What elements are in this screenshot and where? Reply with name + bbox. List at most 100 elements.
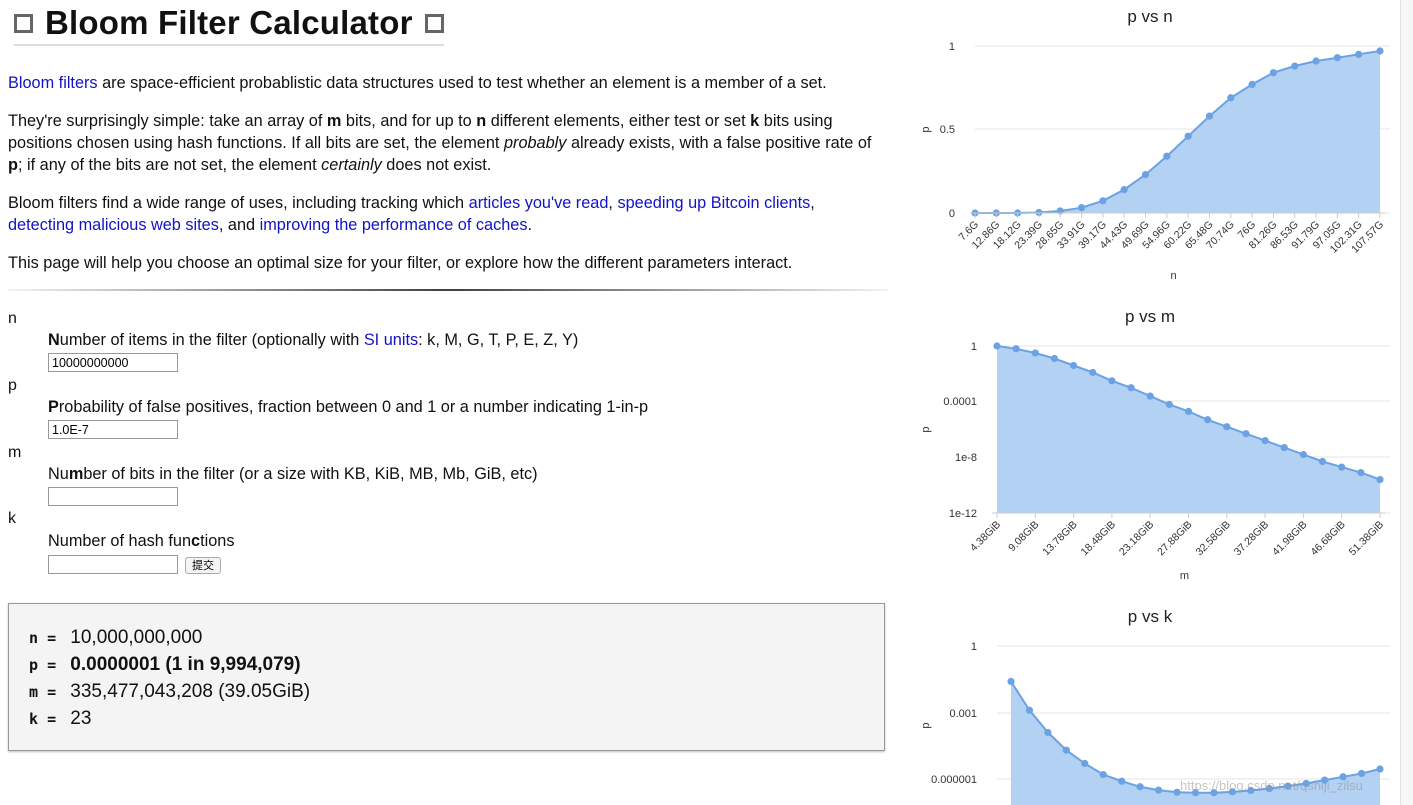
data-point — [1007, 677, 1015, 686]
emphasis-certainly: certainly — [321, 156, 382, 174]
data-point — [1050, 354, 1059, 363]
chart-svg: p vs n00.51p7.6G12.86G18.12G23.39G28.65G… — [920, 7, 1390, 282]
desc-accesskey: N — [48, 331, 60, 349]
result-key-label: k — [29, 710, 39, 728]
desc-text: robability of false positives, fraction … — [58, 398, 649, 416]
equals-sign: = — [47, 629, 57, 647]
caches-link[interactable]: improving the performance of caches — [260, 216, 528, 234]
malicious-sites-link[interactable]: detecting malicious web sites — [8, 216, 219, 234]
y-tick-label: 1e-12 — [949, 508, 977, 520]
data-point — [1099, 197, 1107, 205]
y-tick-label: 0.5 — [940, 124, 955, 136]
x-tick-label: 27.88GiB — [1155, 519, 1194, 558]
x-axis-label: m — [1180, 570, 1189, 582]
checkbox-square-icon — [424, 13, 444, 33]
checkbox-square-icon — [14, 13, 33, 33]
y-tick-label: 1 — [971, 641, 977, 653]
x-tick-label: 13.78GiB — [1040, 519, 1079, 558]
term-k: k — [750, 112, 760, 130]
n-input[interactable] — [48, 353, 178, 372]
y-axis-label: p — [920, 722, 932, 728]
result-key: n = — [29, 629, 65, 647]
p-input[interactable] — [48, 420, 178, 439]
watermark: https://blog.csdn.net/qshiji_zilsu — [1180, 778, 1363, 793]
data-point — [1312, 57, 1320, 65]
data-point — [1070, 361, 1078, 370]
y-tick-label: 1e-8 — [955, 452, 977, 464]
data-point — [1012, 345, 1020, 353]
data-point — [1136, 783, 1144, 791]
bitcoin-link[interactable]: speeding up Bitcoin clients — [617, 194, 810, 212]
page-title-text: Bloom Filter Calculator — [45, 4, 413, 41]
equals-sign: = — [47, 710, 57, 728]
x-tick-label: 51.38GiB — [1347, 519, 1386, 558]
data-point — [1120, 186, 1128, 194]
data-point — [1376, 476, 1384, 484]
bloom-filters-link[interactable]: Bloom filters — [8, 74, 98, 92]
result-value: 335,477,043,208 (39.05GiB) — [70, 681, 311, 702]
chart-svg: p vs k 0.000001 0.001 1 p — [920, 607, 1390, 805]
y-axis-label: p — [920, 126, 932, 132]
data-point — [1031, 349, 1039, 357]
x-tick-label: 4.38GiB — [968, 519, 1003, 554]
page-title: Bloom Filter Calculator — [14, 4, 444, 46]
data-point — [1165, 400, 1173, 409]
articles-link[interactable]: articles you've read — [469, 194, 609, 212]
k-input[interactable] — [48, 555, 178, 574]
result-key: k = — [29, 710, 65, 728]
m-input[interactable] — [48, 487, 178, 506]
term-n: n — [476, 112, 487, 130]
x-tick-label: 9.08GiB — [1006, 519, 1041, 554]
y-tick-label: 0.0001 — [943, 396, 977, 408]
param-p-description: Probability of false positives, fraction… — [48, 398, 648, 417]
x-tick-label: 18.48GiB — [1079, 519, 1118, 558]
result-value: 23 — [70, 708, 92, 729]
param-m-description: Number of bits in the filter (or a size … — [48, 465, 538, 484]
data-point — [1291, 62, 1299, 70]
x-tick-label: 41.98GiB — [1270, 519, 1309, 558]
scrollbar[interactable] — [1400, 0, 1413, 805]
equals-sign: = — [47, 683, 57, 701]
data-point — [1338, 463, 1346, 471]
chart-title: p vs k — [1128, 607, 1173, 626]
y-tick-label: 0.001 — [949, 708, 977, 720]
param-n-description: Number of items in the filter (optionall… — [48, 331, 578, 350]
desc-text: Nu — [48, 465, 69, 483]
result-m: m = 335,477,043,208 (39.05GiB) — [29, 681, 310, 703]
data-point — [1333, 54, 1341, 62]
intro-text: already exists, with a false positive ra… — [566, 134, 872, 152]
submit-button[interactable]: 提交 — [185, 557, 221, 574]
result-key-label: m — [29, 683, 39, 701]
desc-accesskey: m — [68, 465, 84, 483]
intro-text: ; if any of the bits are not set, the el… — [17, 156, 322, 174]
area-fill — [997, 346, 1380, 513]
data-point — [1376, 765, 1384, 773]
data-point — [1318, 457, 1327, 466]
data-point — [1269, 69, 1278, 77]
result-key-label: n — [29, 629, 39, 647]
x-axis-label: n — [1170, 270, 1176, 282]
chart-title: p vs m — [1125, 307, 1175, 326]
data-point — [1044, 728, 1052, 737]
chart-p-vs-m: p vs m 1e-12 1e-8 0.0001 1 p 4.38GiB 9.08GiB 13.… — [905, 300, 1395, 600]
intro-text: are space-efficient probablistic data st… — [97, 74, 827, 92]
intro-text: . — [527, 216, 533, 234]
intro-text: , and — [218, 216, 260, 234]
desc-text: tions — [200, 532, 235, 550]
y-tick-label: 0 — [949, 208, 955, 220]
data-point — [1141, 170, 1150, 179]
param-p-key: p — [8, 377, 17, 394]
desc-text: ber of bits in the filter (or a size wit… — [83, 465, 538, 483]
data-point — [1280, 443, 1288, 452]
result-p: p = 0.0000001 (1 in 9,994,079) — [29, 654, 301, 676]
divider — [8, 289, 888, 291]
emphasis-probably: probably — [503, 134, 567, 152]
equals-sign: = — [47, 656, 57, 674]
intro-text: , — [810, 194, 815, 212]
data-point — [1099, 770, 1107, 779]
param-n-key: n — [8, 310, 17, 327]
desc-accesskey: c — [191, 532, 201, 550]
area-fill — [975, 51, 1380, 213]
si-units-link[interactable]: SI units — [364, 331, 418, 349]
data-point — [1127, 384, 1135, 392]
